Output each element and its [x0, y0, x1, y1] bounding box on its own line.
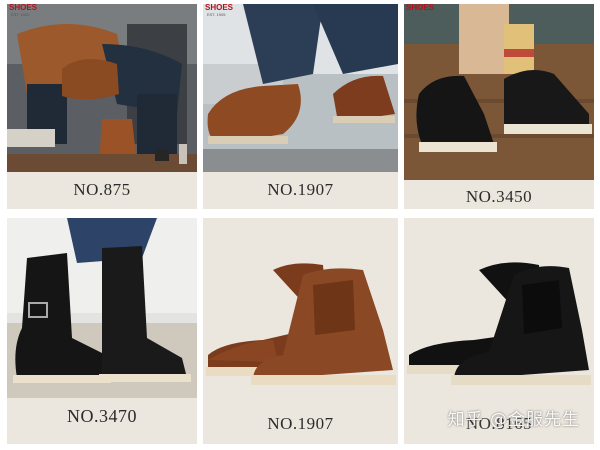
- product-model-label: NO.3450: [465, 187, 533, 206]
- brand-est: EST. 1905: [11, 12, 30, 17]
- product-card-1907-pair[interactable]: NO.1907: [203, 218, 398, 444]
- black-round-toe-pair-photo: [404, 230, 594, 398]
- brand-logo: SHOES EST. 1905: [406, 4, 434, 17]
- boot-lacing-photo: [7, 4, 197, 172]
- product-model-label: NO.875: [73, 180, 131, 199]
- product-card-3470[interactable]: NO.3470: [7, 218, 197, 444]
- brand-logo: SHOES EST. 1905: [9, 4, 37, 17]
- brand-name: SHOES: [205, 4, 234, 12]
- black-boots-floor-photo: [404, 4, 594, 180]
- product-model-label: NO.1907: [267, 180, 334, 199]
- product-photo: [7, 218, 197, 398]
- brand-name: SHOES: [406, 4, 435, 12]
- brand-est: EST. 1905: [408, 12, 427, 17]
- product-card-1907[interactable]: SHOES EST. 1905 NO.1907: [203, 4, 398, 209]
- zhihu-watermark: 知乎 @金服先生: [447, 410, 580, 430]
- product-card-8165[interactable]: NO.8165 知乎 @金服先生: [404, 218, 594, 444]
- boots-street-photo: [203, 4, 398, 172]
- product-photo: [203, 230, 398, 398]
- product-model-label: NO.1907: [267, 414, 334, 433]
- engineer-boots-photo: [7, 218, 197, 398]
- brown-moc-toe-pair-photo: [203, 230, 398, 398]
- product-card-875[interactable]: SHOES EST. 1905 NO.875: [7, 4, 197, 209]
- brand-est: EST. 1905: [207, 12, 226, 17]
- brand-name: SHOES: [9, 4, 38, 12]
- product-model-label: NO.3470: [67, 406, 137, 426]
- product-grid: SHOES EST. 1905 NO.875 SHOES EST. 1905 N…: [0, 0, 600, 450]
- product-photo: [404, 4, 594, 180]
- product-photo: [203, 4, 398, 172]
- brand-logo: SHOES EST. 1905: [205, 4, 233, 17]
- product-card-3450[interactable]: SHOES EST. 1905 NO.3450: [404, 4, 594, 209]
- product-photo: [404, 230, 594, 398]
- product-photo: [7, 4, 197, 172]
